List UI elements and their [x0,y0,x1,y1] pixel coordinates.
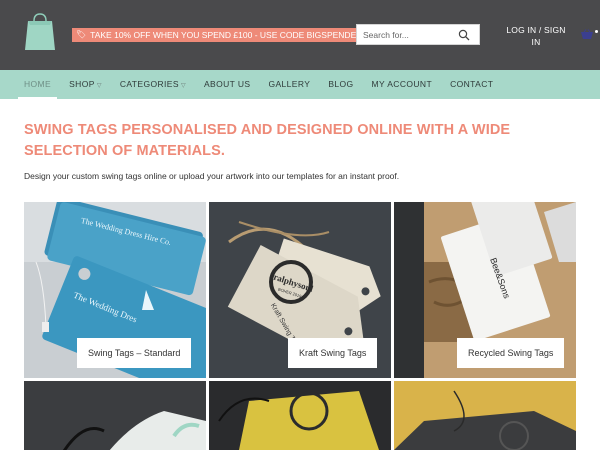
page-title: SWING TAGS PERSONALISED AND DESIGNED ONL… [24,122,511,159]
intro-text: Design your custom swing tags online or … [24,171,400,181]
nav-label: SHOP [69,79,95,89]
product-tile-recycled[interactable]: Bee&Sons Recycled Swing Tags [394,202,576,378]
product-image-row2-1 [24,381,206,450]
product-tile-row2-1[interactable] [24,381,206,450]
search-box [356,24,480,45]
search-icon[interactable] [458,29,470,41]
basket-icon [581,29,593,39]
product-tile-kraft[interactable]: ralphysoul BOHER 2019 Kraft Swing Tags K… [209,202,391,378]
nav-label: ABOUT US [203,79,251,89]
cart-dot [595,30,598,33]
product-image-row2-3 [394,381,576,450]
nav-item-about-us[interactable]: ABOUT US [204,70,251,99]
nav-item-blog[interactable]: BLOG [328,70,353,99]
product-tile-row2-3[interactable] [394,381,576,450]
search-input[interactable] [357,25,457,45]
login-link[interactable]: LOG IN / SIGN IN [505,24,567,48]
nav-item-gallery[interactable]: GALLERY [268,70,310,99]
nav-item-home[interactable]: HOME [17,70,58,99]
product-tile-row2-2[interactable] [209,381,391,450]
nav-label: HOME [24,79,52,89]
product-image-row2-2 [209,381,391,450]
chevron-down-icon: ▽ [96,83,102,89]
product-label-recycled[interactable]: Recycled Swing Tags [457,338,565,368]
main-nav: HOME SHOP ▽ CATEGORIES ▽ ABOUT US GALLERY … [0,70,600,99]
promo-banner[interactable]: 🏷 TAKE 10% OFF WHEN YOU SPEND £100 - USE… [72,28,380,42]
tag-icon: 🏷 [76,30,87,39]
nav-label: CONTACT [450,79,494,89]
nav-item-contact[interactable]: CONTACT [450,70,493,99]
string-lock [42,322,49,332]
product-tile-standard[interactable]: The Wedding Dress Hire Co. The Wedding D… [24,202,206,378]
product-grid: The Wedding Dress Hire Co. The Wedding D… [24,202,576,450]
nav-item-categories[interactable]: CATEGORIES ▽ [120,70,186,99]
top-header: 🏷 TAKE 10% OFF WHEN YOU SPEND £100 - USE… [0,0,600,70]
nav-label: CATEGORIES [119,79,179,89]
product-label-kraft[interactable]: Kraft Swing Tags [288,338,378,368]
nav-item-shop[interactable]: SHOP ▽ [69,70,102,99]
shopping-bag-logo-icon[interactable] [24,12,56,52]
nav-label: GALLERY [268,79,311,89]
cart-icon[interactable] [580,28,598,40]
product-label-standard[interactable]: Swing Tags – Standard [77,338,192,368]
nav-label: BLOG [328,79,354,89]
promo-text: TAKE 10% OFF WHEN YOU SPEND £100 - USE C… [90,30,363,40]
chevron-down-icon: ▽ [180,83,186,89]
nav-item-my-account[interactable]: MY ACCOUNT [372,70,433,99]
nav-label: MY ACCOUNT [371,79,433,89]
